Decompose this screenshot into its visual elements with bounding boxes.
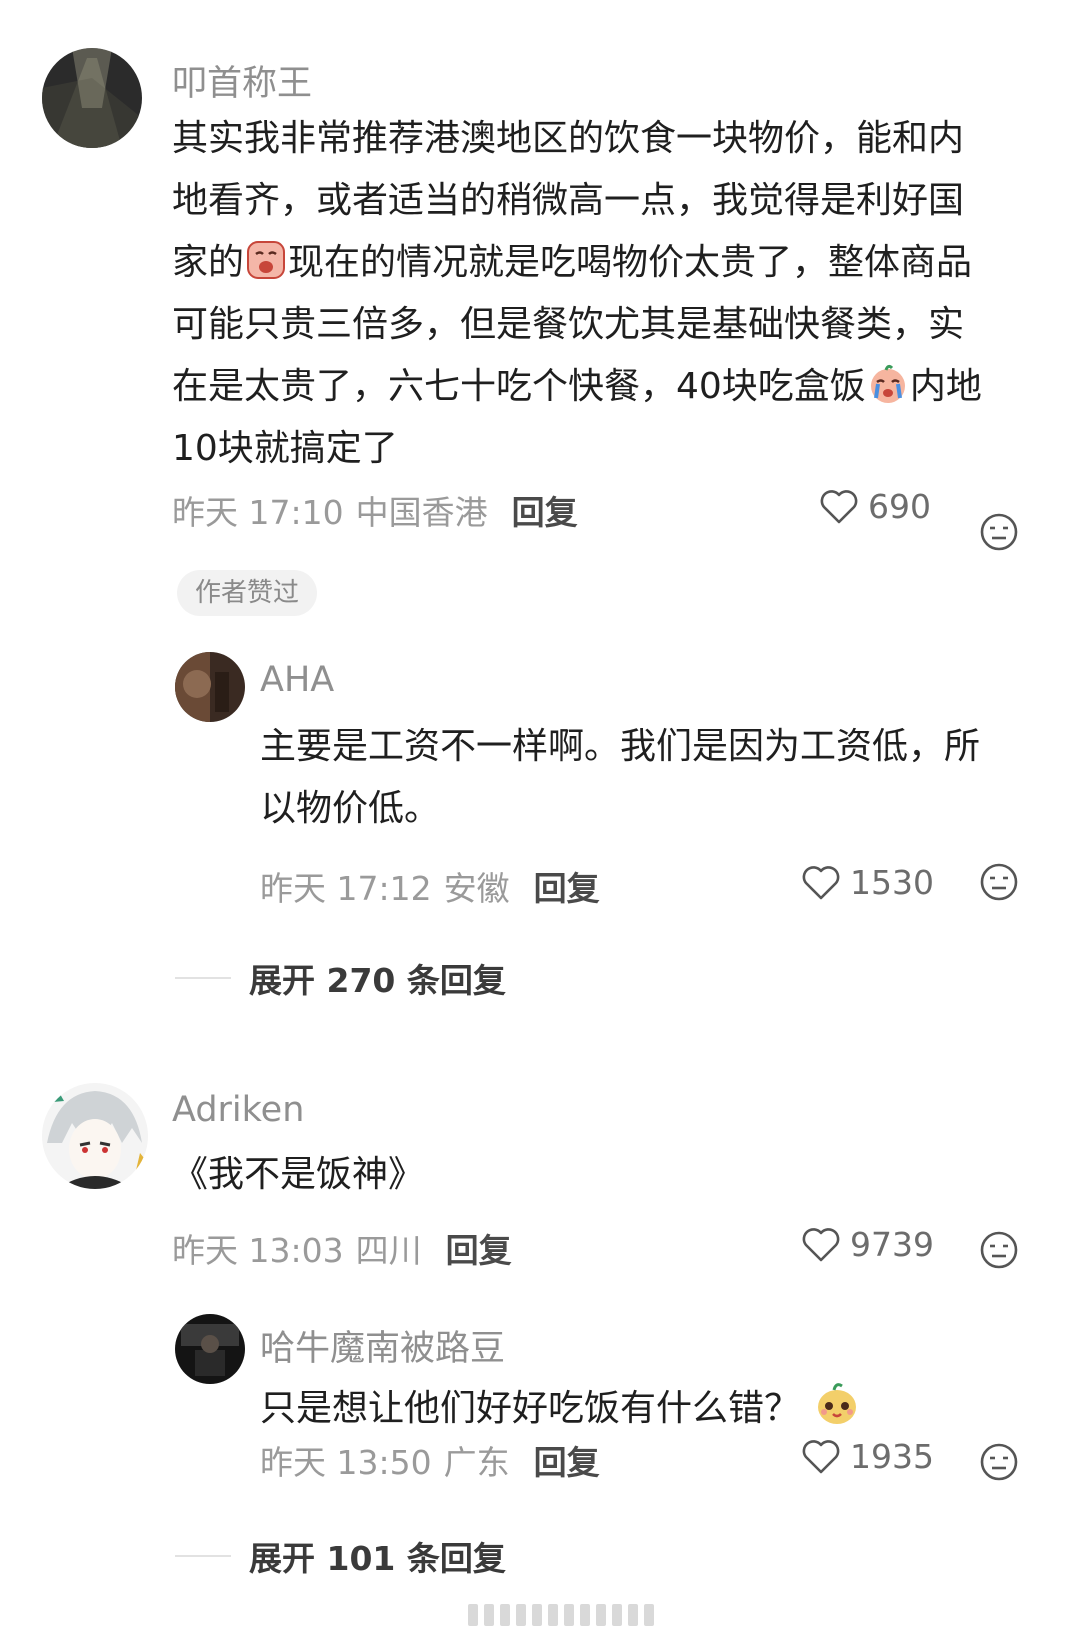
reply-text: 主要是工资不一样啊。我们是因为工资低，所以物价低。 — [260, 726, 981, 829]
more-options-button[interactable] — [979, 1230, 1019, 1270]
expand-replies-label: 展开 101 条回复 — [249, 1539, 506, 1578]
divider-line — [175, 1555, 231, 1557]
comment-time: 昨天 13:03 — [172, 1231, 344, 1270]
reply-button[interactable]: 回复 — [534, 862, 600, 910]
author-liked-badge: 作者赞过 — [177, 570, 318, 616]
reply-button[interactable]: 回复 — [512, 486, 578, 534]
more-options-button[interactable] — [979, 512, 1019, 552]
avatar-image — [175, 652, 245, 722]
divider-line — [175, 977, 231, 979]
face-neutral-icon — [980, 513, 1018, 551]
like-button[interactable]: 690 — [818, 486, 931, 526]
reply-time: 昨天 17:12 — [260, 869, 432, 908]
like-button[interactable]: 1530 — [800, 862, 934, 902]
reply-avatar[interactable] — [175, 652, 245, 722]
more-options-button[interactable] — [979, 1442, 1019, 1482]
face-neutral-icon — [980, 1443, 1018, 1481]
comment-2: Adriken 《我不是饭神》 昨天 13:03 四川 回复 9739 哈牛魔南… — [0, 1050, 1080, 1610]
smiling-bean-emoji — [814, 1380, 860, 1426]
avatar-image — [42, 1083, 148, 1189]
like-count: 1935 — [850, 1436, 934, 1476]
comment-time: 昨天 17:10 — [172, 493, 344, 532]
avatar-image — [42, 48, 142, 148]
comment-username[interactable]: Adriken — [172, 1090, 304, 1130]
heart-outline-icon — [802, 1440, 840, 1474]
comment-meta: 昨天 17:10 中国香港 回复 — [172, 486, 578, 534]
like-count: 9739 — [850, 1224, 934, 1264]
like-button[interactable]: 9739 — [800, 1224, 934, 1264]
heart-outline-icon — [802, 866, 840, 900]
reply-location: 广东 — [443, 1443, 510, 1482]
heart-outline-icon — [820, 490, 858, 524]
like-count: 1530 — [850, 862, 934, 902]
reply-button[interactable]: 回复 — [446, 1224, 512, 1272]
comment-text: 《我不是饭神》 — [172, 1154, 425, 1195]
watermark-dots — [468, 1604, 654, 1626]
reply-meta: 昨天 17:12 安徽 回复 — [260, 862, 600, 910]
reply-location: 安徽 — [443, 869, 510, 908]
sobbing-face-emoji — [868, 362, 908, 403]
comment-meta: 昨天 13:03 四川 回复 — [172, 1224, 512, 1272]
expand-replies-button[interactable]: 展开 101 条回复 — [175, 1532, 506, 1580]
face-neutral-icon — [980, 863, 1018, 901]
reply-meta: 昨天 13:50 广东 回复 — [260, 1436, 600, 1484]
reply-username[interactable]: AHA — [260, 660, 334, 700]
comment-text: 其实我非常推荐港澳地区的饮食一块物价，能和内地看齐，或者适当的稍微高一点，我觉得… — [172, 108, 982, 480]
reply-text-body: 只是想让他们好好吃饭有什么错？ — [260, 1388, 801, 1429]
avatar[interactable] — [42, 1083, 148, 1189]
reply-time: 昨天 13:50 — [260, 1443, 432, 1482]
comment-text-part-2: 现在的情况就是吃喝物价太贵了，整体商品可能只贵三倍多，但是餐饮尤其是基础快餐类，… — [172, 242, 973, 407]
reply-avatar[interactable] — [175, 1314, 245, 1384]
face-neutral-icon — [980, 1231, 1018, 1269]
comment-location: 中国香港 — [355, 493, 488, 532]
heart-outline-icon — [802, 1228, 840, 1262]
like-button[interactable]: 1935 — [800, 1436, 934, 1476]
comment-1: 叩首称王 其实我非常推荐港澳地区的饮食一块物价，能和内地看齐，或者适当的稍微高一… — [0, 0, 1080, 1000]
comment-location: 四川 — [355, 1231, 422, 1270]
reply-text: 只是想让他们好好吃饭有什么错？ — [260, 1378, 1000, 1440]
like-count: 690 — [868, 486, 931, 526]
reply-button[interactable]: 回复 — [534, 1436, 600, 1484]
avatar[interactable] — [42, 48, 142, 148]
more-options-button[interactable] — [979, 862, 1019, 902]
comment-username[interactable]: 叩首称王 — [172, 55, 312, 106]
expand-replies-label: 展开 270 条回复 — [249, 961, 506, 1000]
expand-replies-button[interactable]: 展开 270 条回复 — [175, 954, 506, 1002]
reply-username[interactable]: 哈牛魔南被路豆 — [260, 1320, 505, 1371]
avatar-image — [175, 1314, 245, 1384]
crying-face-emoji — [246, 238, 286, 279]
